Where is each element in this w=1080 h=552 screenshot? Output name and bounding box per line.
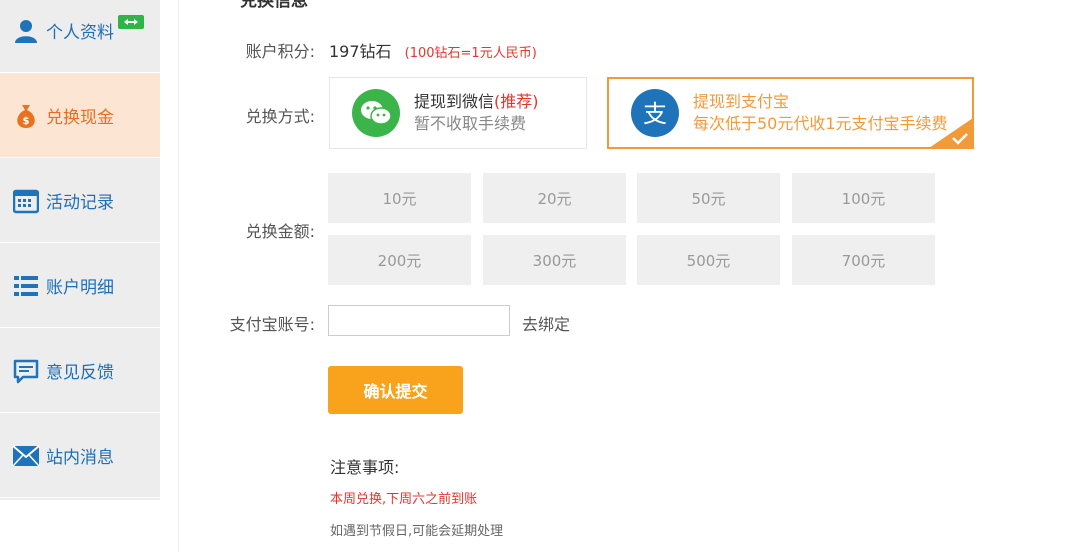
amount-option[interactable]: 50元 <box>637 173 780 223</box>
mail-icon <box>12 442 40 470</box>
section-title: 兑换信息 <box>240 0 308 11</box>
sidebar-item-label: 兑换现金 <box>46 108 114 128</box>
amount-option[interactable]: 100元 <box>792 173 935 223</box>
svg-text:$: $ <box>23 116 30 127</box>
sidebar-item-label: 账户明细 <box>46 278 114 298</box>
list-icon <box>12 272 40 300</box>
amount-option[interactable]: 200元 <box>328 235 471 285</box>
method-title: 提现到微信 <box>414 92 495 111</box>
sidebar-item-profile[interactable]: 个人资料 <box>0 0 160 73</box>
alipay-account-input[interactable] <box>328 305 510 336</box>
method-subtitle: 暂不收取手续费 <box>414 114 527 133</box>
content-divider <box>178 0 179 552</box>
points-label: 账户积分: <box>245 42 315 61</box>
sidebar-item-activity-records[interactable]: 活动记录 <box>0 159 160 243</box>
sidebar-item-messages[interactable]: 站内消息 <box>0 414 160 498</box>
exchange-rate-note: (100钻石=1元人民币) <box>404 46 537 61</box>
recommended-tag: (推荐) <box>494 92 539 111</box>
amount-label: 兑换金额: <box>245 222 315 241</box>
sidebar-item-exchange-cash[interactable]: $ 兑换现金 <box>0 74 160 158</box>
wechat-icon <box>352 89 400 137</box>
bind-account-link[interactable]: 去绑定 <box>522 311 570 335</box>
money-card-icon <box>118 14 144 34</box>
feedback-icon <box>12 357 40 385</box>
method-subtitle: 每次低于50元代收1元支付宝手续费 <box>693 114 948 133</box>
sidebar: 个人资料 $ 兑换现金 活动记录 账户明细 意见反馈 站内消息 <box>0 0 160 500</box>
confirm-submit-button[interactable]: 确认提交 <box>328 366 463 414</box>
amount-option[interactable]: 300元 <box>483 235 626 285</box>
method-label: 兑换方式: <box>245 107 315 126</box>
amount-option[interactable]: 700元 <box>792 235 935 285</box>
selected-check-icon <box>929 118 973 148</box>
sidebar-item-label: 活动记录 <box>46 193 114 213</box>
sidebar-item-label: 站内消息 <box>46 448 114 468</box>
points-row: 197钻石 (100钻石=1元人民币) <box>329 38 537 62</box>
method-option-wechat[interactable]: 提现到微信(推荐) 暂不收取手续费 <box>329 77 587 149</box>
money-bag-icon: $ <box>12 102 40 130</box>
note-item: 本周兑换,下周六之前到账 <box>330 492 478 507</box>
sidebar-item-feedback[interactable]: 意见反馈 <box>0 329 160 413</box>
sidebar-item-label: 意见反馈 <box>46 363 114 383</box>
method-title: 提现到支付宝 <box>693 92 790 111</box>
method-option-alipay[interactable]: 支 提现到支付宝 每次低于50元代收1元支付宝手续费 <box>607 77 974 149</box>
amount-option[interactable]: 10元 <box>328 173 471 223</box>
notes-title: 注意事项: <box>330 458 400 477</box>
sidebar-item-account-details[interactable]: 账户明细 <box>0 244 160 328</box>
svg-text:支: 支 <box>643 100 667 128</box>
amount-option[interactable]: 500元 <box>637 235 780 285</box>
user-icon <box>12 17 40 45</box>
calendar-icon <box>12 187 40 215</box>
account-label: 支付宝账号: <box>229 315 315 334</box>
points-value: 197钻石 <box>329 42 392 61</box>
alipay-icon: 支 <box>631 89 679 137</box>
note-item: 如遇到节假日,可能会延期处理 <box>330 524 504 539</box>
amount-option[interactable]: 20元 <box>483 173 626 223</box>
sidebar-item-label: 个人资料 <box>46 23 114 43</box>
